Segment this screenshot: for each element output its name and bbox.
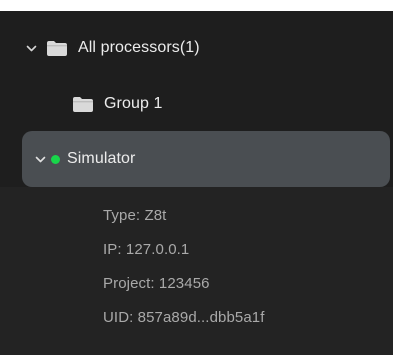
tree-item-label: All processors(1)	[78, 39, 200, 56]
chevron-down-icon[interactable]	[35, 154, 46, 165]
tree-item-label: Group 1	[104, 95, 163, 112]
device-type: Type: Z8t	[103, 207, 167, 224]
processor-tree-window: All processors(1) Group 1 Simulator Type…	[0, 0, 393, 355]
status-online-icon	[51, 154, 60, 164]
tree-item-all-processors[interactable]: All processors(1)	[0, 24, 393, 72]
chevron-down-icon[interactable]	[26, 43, 37, 54]
tree-item-simulator[interactable]: Simulator	[22, 131, 390, 187]
processor-tree-panel: All processors(1) Group 1 Simulator Type…	[0, 11, 393, 355]
tree-item-group-1[interactable]: Group 1	[0, 80, 393, 128]
device-uid: UID: 857a89d...dbb5a1f	[103, 309, 265, 326]
tree-item-label: Simulator	[67, 150, 136, 167]
folder-icon	[47, 40, 67, 56]
folder-icon	[73, 96, 93, 112]
device-project: Project: 123456	[103, 275, 210, 292]
device-details: Type: Z8t IP: 127.0.0.1 Project: 123456 …	[0, 187, 393, 355]
device-ip: IP: 127.0.0.1	[103, 241, 190, 258]
